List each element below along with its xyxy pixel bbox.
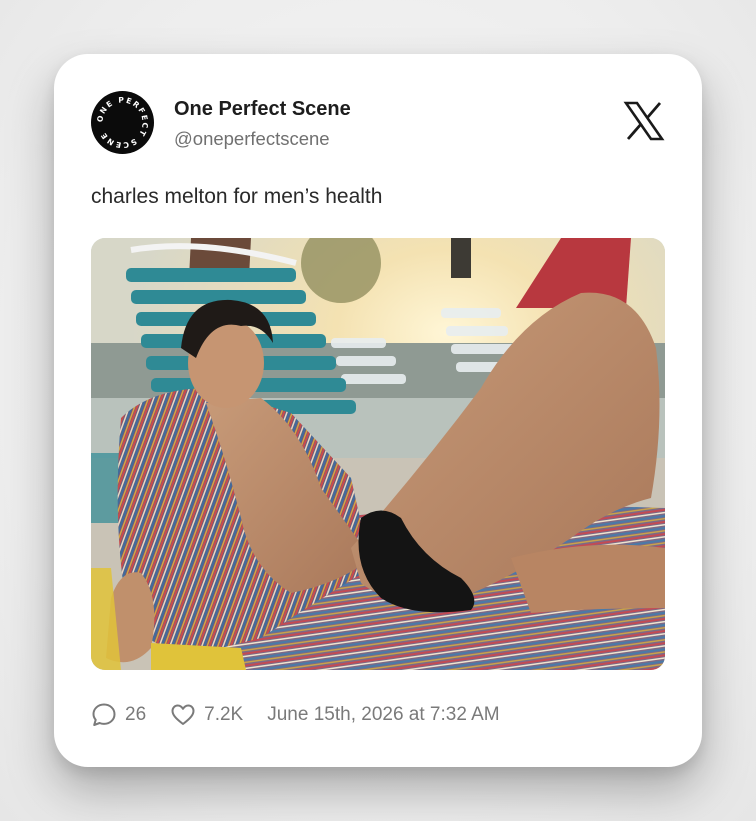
avatar[interactable]: ONE PERFECT SCENE: [91, 91, 154, 154]
like-count: 7.2K: [204, 704, 244, 725]
display-name[interactable]: One Perfect Scene: [174, 98, 351, 121]
page-background: ONE PERFECT SCENE One Perfect Scene @one…: [0, 0, 756, 821]
photo-image: [91, 238, 665, 670]
tweet-photo[interactable]: [91, 238, 665, 670]
tweet-footer: 26 7.2K June 15th, 2026 at 7:32 AM: [91, 702, 500, 728]
heart-icon[interactable]: [170, 702, 196, 728]
x-logo-icon[interactable]: [623, 100, 665, 142]
user-handle[interactable]: @oneperfectscene: [174, 128, 330, 150]
avatar-logo-icon: ONE PERFECT SCENE: [91, 91, 154, 154]
post-timestamp[interactable]: June 15th, 2026 at 7:32 AM: [267, 704, 499, 726]
comment-bubble-icon[interactable]: [91, 702, 117, 728]
reply-count: 26: [125, 704, 147, 725]
tweet-card: ONE PERFECT SCENE One Perfect Scene @one…: [54, 54, 702, 767]
tweet-text: charles melton for men’s health: [91, 185, 383, 208]
